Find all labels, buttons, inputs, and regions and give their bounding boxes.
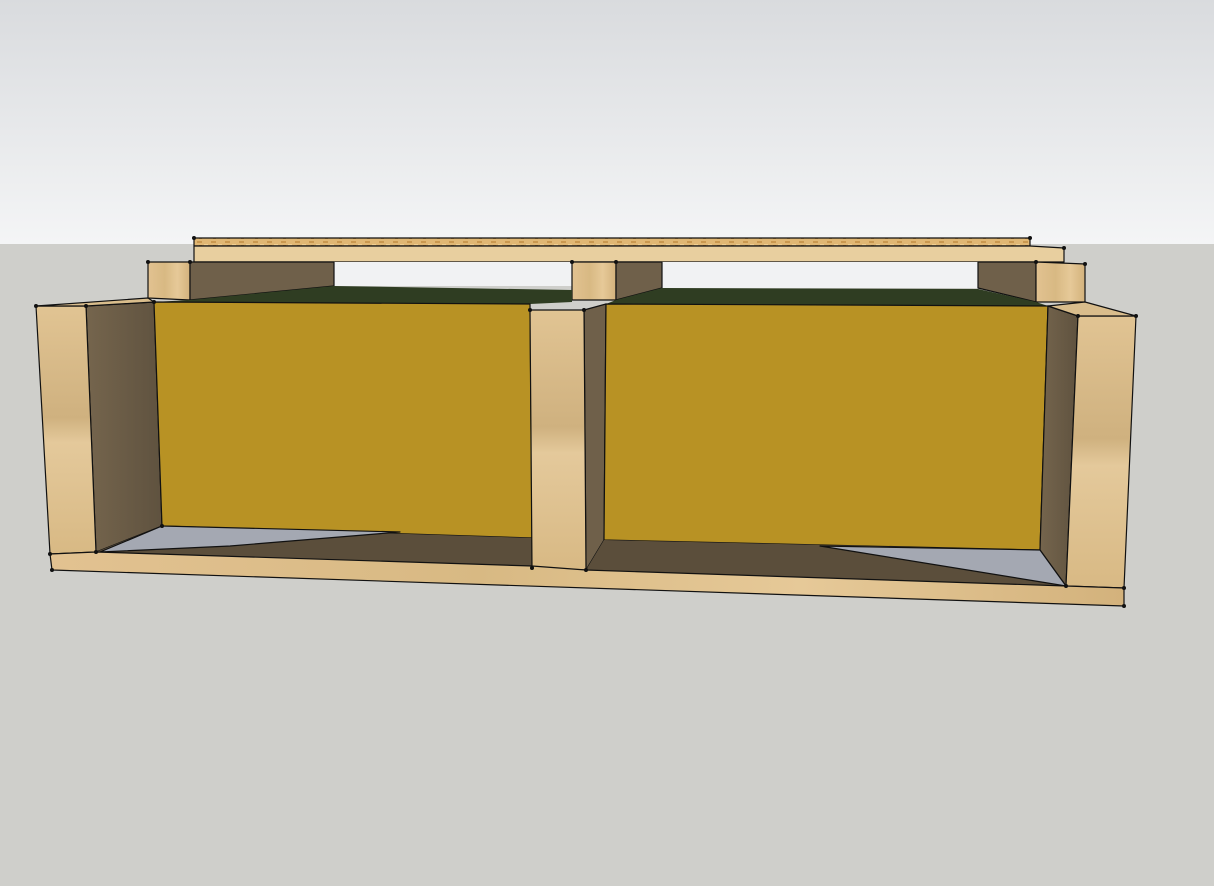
left-bay-insulation <box>153 301 533 539</box>
3d-model-scene[interactable] <box>0 0 1214 886</box>
right-bay-insulation <box>603 303 1049 551</box>
front-post-middle <box>529 309 587 571</box>
back-joist-right <box>1035 261 1086 303</box>
left-bay-inner-wall <box>85 301 163 553</box>
front-post-right <box>1065 315 1137 589</box>
sky-background <box>0 0 1214 244</box>
top-board <box>193 245 1065 263</box>
model-viewport[interactable] <box>0 0 1214 886</box>
back-joist-left <box>147 261 191 301</box>
back-gap-right <box>662 262 978 288</box>
right-bay-inner-left <box>583 303 607 571</box>
back-joist-middle <box>571 261 617 301</box>
back-gap-left <box>334 262 572 286</box>
insulation-top-right <box>606 288 1048 306</box>
osb-top-sheet <box>193 237 1031 247</box>
